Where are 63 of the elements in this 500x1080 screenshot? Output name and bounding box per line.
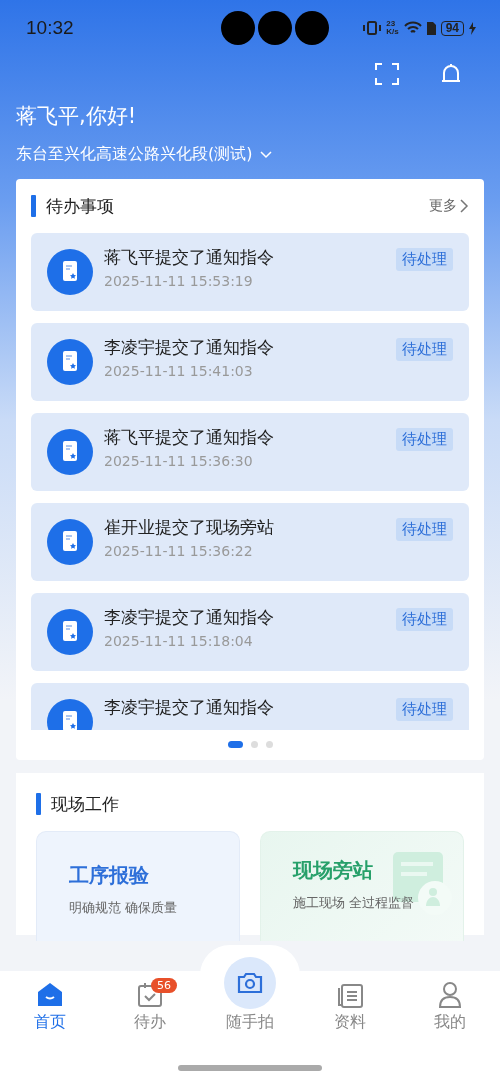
item-title: 李凌宇提交了通知指令 <box>104 606 274 629</box>
project-selector[interactable]: 东台至兴化高速公路兴化段(测试) <box>16 144 253 165</box>
chevron-down-icon[interactable] <box>260 150 273 159</box>
clock: 10:32 <box>26 17 75 39</box>
document-icon <box>47 339 93 385</box>
wifi-icon <box>403 21 422 35</box>
document-icon <box>47 609 93 655</box>
item-title: 崔开业提交了现场旁站 <box>104 516 274 539</box>
status-tag: 待处理 <box>396 608 453 631</box>
todo-item[interactable]: 崔开业提交了现场旁站 2025-11-11 15:36:22 待处理 <box>31 503 469 581</box>
camera-icon[interactable] <box>224 957 276 1009</box>
chevron-right-icon <box>460 199 469 213</box>
home-icon <box>36 982 64 1008</box>
feature-tile[interactable]: 工序报验 明确规范 确保质量 <box>36 831 240 941</box>
tab[interactable]: 首页 <box>0 971 100 1033</box>
todo-item[interactable]: 李凌宇提交了通知指令 2025-11-11 15:18:04 待处理 <box>31 593 469 671</box>
todo-item[interactable]: 李凌宇提交了通知指令 待处理 <box>31 683 469 730</box>
page-dot[interactable] <box>250 740 258 748</box>
accent-bar <box>31 195 36 217</box>
todo-item[interactable]: 李凌宇提交了通知指令 2025-11-11 15:41:03 待处理 <box>31 323 469 401</box>
todo-item[interactable]: 蒋飞平提交了通知指令 2025-11-11 15:53:19 待处理 <box>31 233 469 311</box>
todo-item[interactable]: 蒋飞平提交了通知指令 2025-11-11 15:36:30 待处理 <box>31 413 469 491</box>
item-time: 2025-11-11 15:18:04 <box>104 633 254 649</box>
item-time: 2025-11-11 15:53:19 <box>104 273 254 289</box>
page-dot[interactable] <box>265 740 273 748</box>
document-icon <box>47 429 93 475</box>
tile-subtitle: 施工现场 全过程监督 <box>293 894 416 912</box>
charging-icon <box>469 21 476 35</box>
feature-tile[interactable]: 现场旁站 施工现场 全过程监督 <box>260 831 464 941</box>
tab[interactable]: 56 待办 <box>100 971 200 1033</box>
item-time: 2025-11-11 15:41:03 <box>104 363 254 379</box>
person-icon <box>438 982 462 1008</box>
status-tag: 待处理 <box>396 698 453 721</box>
tile-title: 工序报验 <box>69 862 150 889</box>
greeting: 蒋飞平,你好! <box>16 103 138 130</box>
status-tag: 待处理 <box>396 338 453 361</box>
document-icon <box>47 519 93 565</box>
tab[interactable]: 我的 <box>400 971 500 1033</box>
item-title: 李凌宇提交了通知指令 <box>104 336 274 359</box>
count-badge: 56 <box>151 978 177 993</box>
tab[interactable]: 资料 <box>300 971 400 1033</box>
section-title: 待办事项 <box>46 194 114 218</box>
documents-icon <box>336 982 364 1008</box>
section-title: 现场工作 <box>51 792 119 816</box>
item-time: 2025-11-11 15:36:22 <box>104 543 254 559</box>
item-title: 蒋飞平提交了通知指令 <box>104 246 274 269</box>
network-speed: 23 K/s <box>386 20 399 36</box>
item-title: 蒋飞平提交了通知指令 <box>104 426 274 449</box>
status-tag: 待处理 <box>396 248 453 271</box>
more-link[interactable]: 更多 <box>429 197 469 215</box>
sim-icon <box>426 21 436 35</box>
battery-level: 94 <box>440 20 464 36</box>
item-time: 2025-11-11 15:36:30 <box>104 453 254 469</box>
scan-icon[interactable] <box>375 63 399 85</box>
tile-title: 现场旁站 <box>293 857 374 884</box>
document-icon <box>47 249 93 295</box>
accent-bar <box>36 793 41 815</box>
status-tag: 待处理 <box>396 428 453 451</box>
tab[interactable]: 随手拍 <box>200 945 300 1033</box>
vibrate-icon <box>363 21 382 35</box>
status-tag: 待处理 <box>396 518 453 541</box>
tile-subtitle: 明确规范 确保质量 <box>69 899 179 917</box>
item-title: 李凌宇提交了通知指令 <box>104 696 274 719</box>
